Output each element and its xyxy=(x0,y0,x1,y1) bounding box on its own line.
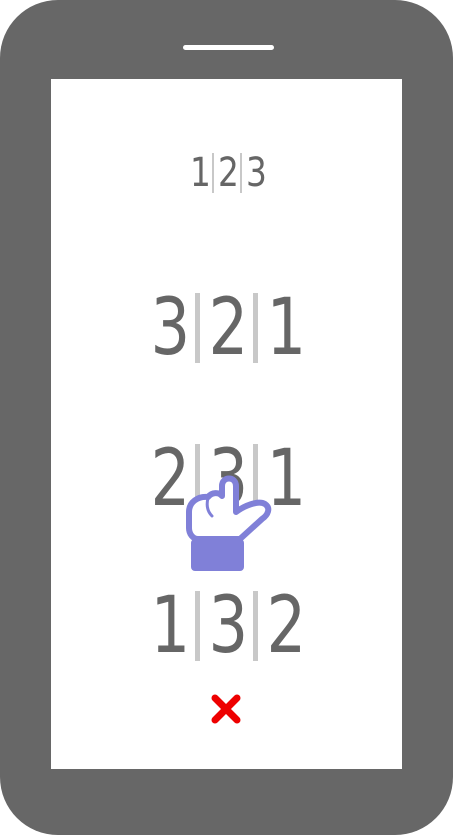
pointing-hand-icon xyxy=(186,475,272,571)
digit-separator xyxy=(195,293,200,363)
option-sequence-1[interactable]: 3 2 1 xyxy=(51,283,402,373)
option-sequence-3[interactable]: 1 3 2 xyxy=(51,581,402,671)
target-digit: 1 xyxy=(189,150,211,196)
digit-separator xyxy=(195,591,200,661)
digit-separator xyxy=(211,153,214,193)
digit-separator xyxy=(253,591,258,661)
option-digit: 2 xyxy=(150,434,191,524)
option-digit: 1 xyxy=(266,283,307,373)
phone-frame: 1 2 3 3 2 1 2 3 1 1 3 2 xyxy=(0,0,453,835)
option-digit: 2 xyxy=(266,581,307,671)
wrong-x-icon xyxy=(211,694,241,724)
phone-screen: 1 2 3 3 2 1 2 3 1 1 3 2 xyxy=(51,79,402,769)
digit-separator xyxy=(253,293,258,363)
option-digit: 2 xyxy=(208,283,249,373)
option-digit: 1 xyxy=(150,581,191,671)
speaker-slot xyxy=(183,45,274,50)
target-digit: 2 xyxy=(217,150,239,196)
digit-separator xyxy=(239,153,242,193)
target-digit: 3 xyxy=(245,150,267,196)
option-digit: 3 xyxy=(208,581,249,671)
option-digit: 3 xyxy=(150,283,191,373)
target-sequence: 1 2 3 xyxy=(51,145,402,201)
